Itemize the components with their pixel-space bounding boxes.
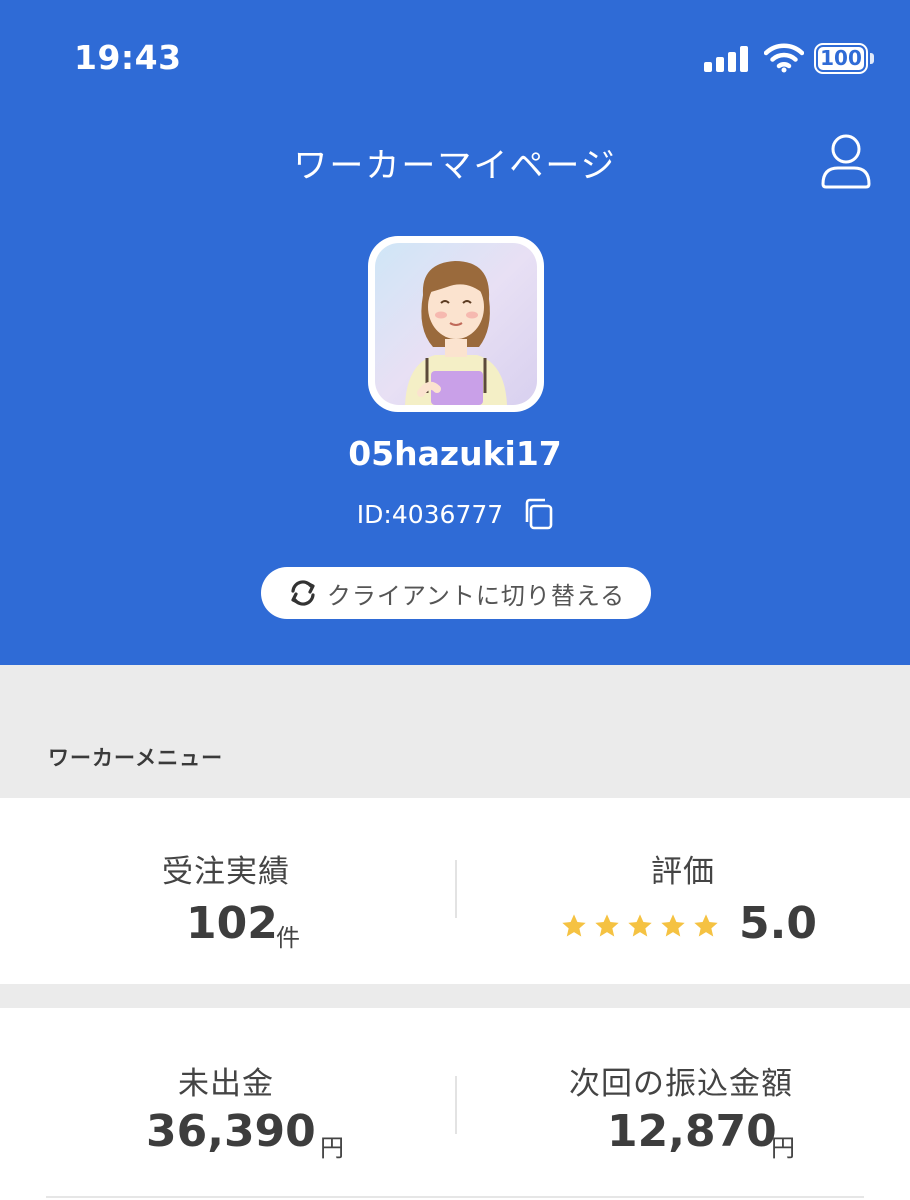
next-transfer-title: 次回の振込金額	[569, 1066, 793, 1102]
next-transfer-value: 12,870	[607, 1106, 777, 1157]
star-icon	[562, 914, 586, 937]
bottom-separator	[46, 1196, 864, 1198]
username: 05hazuki17	[348, 434, 562, 473]
stats-card-payments: 未出金 36,390 円 次回の振込金額 12,870 円	[0, 1008, 910, 1200]
unpaid-value: 36,390	[146, 1106, 316, 1157]
wifi-icon	[764, 43, 804, 73]
battery-icon: 100	[814, 42, 874, 74]
star-icon	[661, 914, 685, 937]
rating-value: 5.0	[739, 898, 817, 949]
star-icon	[694, 914, 718, 937]
unpaid-title: 未出金	[178, 1066, 274, 1102]
orders-unit: 件	[276, 924, 300, 952]
avatar-illustration	[375, 243, 537, 405]
star-icon	[628, 914, 652, 937]
orders-value: 102	[186, 898, 278, 949]
switch-to-client-button[interactable]: クライアントに切り替える	[261, 567, 651, 619]
switch-to-client-label: クライアントに切り替える	[326, 581, 626, 610]
account-icon[interactable]	[818, 132, 874, 190]
unpaid-unit: 円	[320, 1134, 344, 1162]
star-icon	[595, 914, 619, 937]
stats-card-orders-rating: 受注実績 102 件 評価 5.0	[0, 798, 910, 984]
cellular-signal-icon	[704, 44, 748, 72]
user-id: ID:4036777	[356, 499, 504, 529]
next-transfer-unit: 円	[771, 1134, 795, 1162]
status-icons: 100	[704, 42, 874, 74]
rating-stars	[560, 912, 720, 940]
orders-title: 受注実績	[162, 854, 290, 890]
page-title: ワーカーマイページ	[293, 146, 617, 186]
worker-menu-heading: ワーカーメニュー	[48, 746, 224, 770]
status-time: 19:43	[74, 38, 182, 77]
rating-title: 評価	[651, 854, 715, 890]
divider	[455, 1076, 457, 1134]
sync-icon	[291, 580, 315, 606]
header: 19:43 100 ワーカーマイページ 05hazuki17 ID:403677…	[0, 0, 910, 665]
divider	[455, 860, 457, 918]
avatar[interactable]	[368, 236, 544, 412]
user-id-row: ID:4036777	[0, 498, 910, 530]
copy-icon[interactable]	[523, 498, 553, 530]
battery-level: 100	[818, 46, 864, 70]
